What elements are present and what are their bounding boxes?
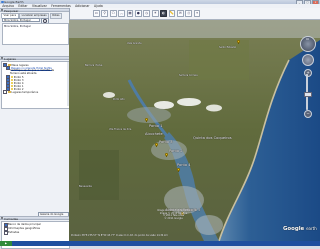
map-placemark-label[interactable]: Ponto 4 — [177, 163, 191, 167]
google-earth-logo: Google earth — [283, 226, 317, 232]
ruler-button[interactable]: 📏 — [168, 10, 176, 17]
layer-roads[interactable]: Estradas — [4, 231, 19, 236]
map-label-small: Santo Estêvão — [219, 46, 237, 49]
look-joystick[interactable] — [302, 54, 314, 66]
image-overlay-button[interactable]: ▦ — [126, 10, 134, 17]
placemark-pin[interactable] — [155, 143, 158, 148]
placemark-pin[interactable] — [177, 168, 180, 173]
planets-button[interactable]: ◐ — [160, 10, 167, 17]
google-maps-button[interactable]: ⌖ — [193, 10, 201, 17]
map-label-small: Benavente — [79, 185, 92, 188]
map-view[interactable]: Vale Grande Barroca d'Alva Porto Alto Sa… — [69, 20, 320, 241]
search-input[interactable]: Mira Sintra, Portugal — [2, 18, 40, 22]
historical-imagery-button[interactable]: ◷ — [143, 10, 151, 17]
taskbar: ▶ — [0, 241, 320, 246]
placemark-pin[interactable] — [237, 40, 240, 45]
map-placemark-label[interactable]: Quinta dos Coqueiros — [193, 136, 232, 140]
placemark-pin[interactable] — [165, 153, 168, 158]
checkbox-icon[interactable] — [4, 231, 9, 236]
hide-sidebar-button[interactable]: ▭ — [93, 10, 100, 17]
map-label-small: Vale Grande — [127, 42, 142, 45]
search-results: Mira Sintra, Portugal — [2, 23, 69, 45]
layer-geographic-info[interactable]: Informações geográficas — [4, 227, 40, 232]
add-path-button[interactable]: 〰 — [118, 10, 125, 17]
map-placemark-label[interactable]: Ponto 1 — [149, 124, 163, 128]
map-label-small: Vila Franca de Xira — [109, 128, 132, 131]
status-readout: Ponteiro 38°51'35.57" N 8°51'43.77" O el… — [71, 234, 168, 237]
email-button[interactable]: ✉ — [176, 10, 184, 17]
places-item-temporary[interactable]: Lugares temporários — [3, 90, 38, 95]
zoom-slider-thumb[interactable] — [304, 92, 312, 97]
checkbox-icon[interactable] — [3, 90, 8, 95]
imagery-attribution: Image © 2011 DigitalGlobe Image © 2011 G… — [157, 209, 190, 221]
search-result-item[interactable]: Mira Sintra, Portugal — [4, 25, 31, 28]
toolbar: ▭ ⚲ ⬠ 〰 ▦ ● ◷ ☀ ◐ 📏 ✉ ⎙ ⌖ — [69, 8, 320, 20]
places-tree: Meus lugares Passeio no planeta Hotel Si… — [1, 61, 70, 109]
print-button[interactable]: ⎙ — [185, 10, 193, 17]
places-panel-header[interactable]: ▼ Lugares — [0, 56, 69, 61]
start-button[interactable]: ▶ — [0, 241, 12, 246]
navigation-controls: N + − — [300, 36, 316, 136]
tab-directions[interactable]: Rotas — [49, 13, 62, 19]
map-placemark-label[interactable]: Ponto 3 — [159, 140, 173, 144]
zoom-in-button[interactable]: + — [304, 69, 312, 77]
record-tour-button[interactable]: ● — [134, 10, 142, 17]
layers-panel-header[interactable]: ▼ Camadas — [0, 216, 69, 221]
layer-primary-database[interactable]: Banco de dados principal — [4, 223, 41, 228]
north-indicator-icon: N — [306, 37, 309, 41]
zoom-out-button[interactable]: − — [304, 110, 312, 118]
map-placemark-label[interactable]: Ponto 2 — [169, 149, 183, 153]
search-panel-header[interactable]: ▼ Pesquisar — [0, 8, 69, 13]
sunlight-button[interactable]: ☀ — [151, 10, 159, 17]
map-label-small: Porto Alto — [113, 98, 125, 101]
placemark-pin[interactable] — [145, 118, 148, 123]
map-placemark-label[interactable]: Alcochete — [145, 132, 163, 136]
add-polygon-button[interactable]: ⬠ — [109, 10, 117, 17]
sidebar: ▼ Pesquisar Voar para Localizar empresas… — [0, 8, 70, 249]
map-label-small: Barroca d'Alva — [85, 64, 103, 67]
add-placemark-button[interactable]: ⚲ — [101, 10, 109, 17]
map-label-small: Samora Correia — [179, 74, 198, 77]
compass-ring[interactable]: N — [300, 36, 316, 52]
